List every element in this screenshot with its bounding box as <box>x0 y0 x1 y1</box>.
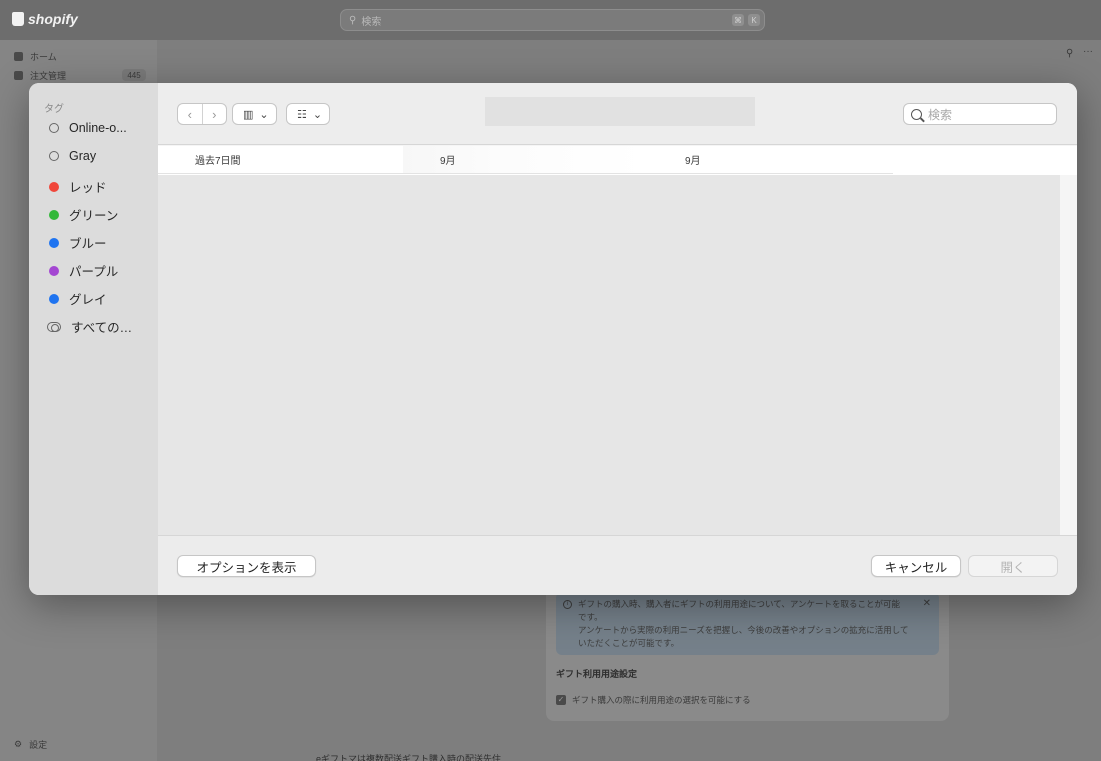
sidebar-item-orders[interactable]: 注文管理 <box>14 69 66 82</box>
top-bar: shopify ⚲ 検索 ⌘ K <box>0 0 1101 40</box>
sidebar-item-settings[interactable]: ⚙ 設定 <box>14 738 47 751</box>
back-button[interactable]: ‹ <box>178 104 202 124</box>
location-popup[interactable] <box>485 97 755 126</box>
tag-gray[interactable]: Gray <box>49 149 96 163</box>
all-tags-icon <box>47 321 61 332</box>
cancel-button[interactable]: キャンセル <box>871 555 961 577</box>
banner-line: いただくことが可能です。 <box>578 638 680 648</box>
forward-button[interactable]: › <box>201 104 227 124</box>
file-open-dialog: タグ Online-o... Gray レッド グリーン ブルー パープル グレ… <box>29 83 1077 595</box>
shopify-logo[interactable]: shopify <box>12 11 78 27</box>
tag-label: Online-o... <box>69 121 127 135</box>
dialog-search-input[interactable]: 検索 <box>903 103 1057 125</box>
purple-dot-icon <box>49 265 59 276</box>
gift-bottom-text: eギフトマは複数配送ギフト購入時の配送先住 <box>316 754 502 761</box>
column-header-last-7-days[interactable]: 過去7日間 <box>158 146 403 174</box>
tag-outline-icon <box>49 123 59 133</box>
checkbox-checked-icon: ✓ <box>556 695 566 705</box>
back-forward-group: ‹ › <box>177 103 227 125</box>
tag-red[interactable]: レッド <box>49 177 107 196</box>
column-header-september[interactable]: 9月 <box>648 146 893 174</box>
tag-grey[interactable]: グレイ <box>49 289 107 308</box>
global-search-input[interactable]: ⚲ 検索 ⌘ K <box>340 9 765 31</box>
tag-label: グレイ <box>69 293 107 307</box>
search-icon: ⚲ <box>349 14 357 26</box>
tag-green[interactable]: グリーン <box>49 205 118 224</box>
tag-purple[interactable]: パープル <box>49 261 118 280</box>
gift-info-banner: i ✕ ギフトの購入時、購入者にギフトの利用用途について、アンケートを取ることが… <box>556 592 939 655</box>
blue-dot-icon <box>49 293 59 304</box>
orders-count-badge: 445 <box>122 69 146 81</box>
dialog-search-placeholder: 検索 <box>928 107 953 122</box>
column-header-label: 9月 <box>685 156 701 167</box>
banner-line: アンケートから実際の利用ニーズを把握し、今後の改善やオプションの拡充に活用して <box>578 625 909 635</box>
column-header-label: 9月 <box>440 156 456 167</box>
chevron-right-icon: › <box>212 106 217 122</box>
logo-text: shopify <box>28 11 78 27</box>
dialog-sidebar: タグ Online-o... Gray レッド グリーン ブルー パープル グレ… <box>29 83 158 595</box>
tag-all-tags[interactable]: すべての… <box>47 317 132 336</box>
dialog-main: ‹ › ▥ ⌄ ☷ ⌄ 検索 過去7日間 9月 9月 オプションを表示 キャンセ… <box>158 83 1077 595</box>
k-key: K <box>748 14 760 26</box>
gear-icon: ⚙ <box>14 739 23 749</box>
banner-line: ギフトの購入時、購入者にギフトの利用用途について、アンケートを取ることが可能 <box>578 599 900 609</box>
chevron-down-icon: ⌄ <box>312 108 323 121</box>
tag-label: すべての… <box>71 321 133 335</box>
tags-section-title: タグ <box>44 104 64 115</box>
sidebar-item-label: 注文管理 <box>30 71 67 81</box>
columns-view-icon: ▥ <box>243 108 254 121</box>
column-header-label: 過去7日間 <box>195 156 241 167</box>
sidebar-item-home[interactable]: ホーム <box>14 50 57 63</box>
command-key: ⌘ <box>732 14 744 26</box>
dialog-toolbar: ‹ › ▥ ⌄ ☷ ⌄ 検索 <box>158 83 1077 145</box>
chevron-left-icon: ‹ <box>187 106 192 122</box>
tag-label: ブルー <box>69 237 107 251</box>
sidebar-item-label: 設定 <box>29 740 48 750</box>
red-dot-icon <box>49 181 59 192</box>
banner-line: です。 <box>578 612 603 622</box>
tag-label: Gray <box>69 149 97 163</box>
blue-dot-icon <box>49 237 59 248</box>
tag-blue[interactable]: ブルー <box>49 233 107 252</box>
shopify-bag-icon <box>12 12 24 26</box>
view-mode-button[interactable]: ▥ ⌄ <box>232 103 277 125</box>
dialog-footer: オプションを表示 キャンセル 開く <box>158 535 1077 595</box>
more-icon[interactable]: ··· <box>1083 46 1093 57</box>
chevron-down-icon: ⌄ <box>259 108 269 121</box>
orders-icon <box>14 71 23 80</box>
search-icon <box>911 108 922 120</box>
pin-icon[interactable]: ⚲ <box>1066 48 1073 59</box>
column-browser-header: 過去7日間 9月 9月 <box>158 146 1077 175</box>
gift-section-heading: ギフト利用用途設定 <box>556 669 638 679</box>
open-button[interactable]: 開く <box>968 555 1058 577</box>
tag-label: レッド <box>69 181 107 195</box>
show-options-button[interactable]: オプションを表示 <box>177 555 316 577</box>
home-icon <box>14 52 23 61</box>
green-dot-icon <box>49 209 59 220</box>
sidebar-item-label: ホーム <box>30 52 57 62</box>
global-search-placeholder: 検索 <box>361 16 382 28</box>
tag-label: パープル <box>69 265 119 279</box>
tag-label: グリーン <box>69 209 119 223</box>
checkbox-label: ギフト購入の際に利用用途の選択を可能にする <box>572 695 751 705</box>
group-by-button[interactable]: ☷ ⌄ <box>286 103 331 125</box>
column-header-september[interactable]: 9月 <box>403 146 648 174</box>
info-icon: i <box>563 600 572 609</box>
close-icon[interactable]: ✕ <box>923 597 931 610</box>
grid-icon: ☷ <box>297 108 307 121</box>
tag-outline-icon <box>49 151 59 161</box>
file-browser-area[interactable] <box>158 175 1060 535</box>
gift-purpose-checkbox[interactable]: ✓ ギフト購入の際に利用用途の選択を可能にする <box>556 694 751 706</box>
tag-online-o[interactable]: Online-o... <box>49 121 127 135</box>
scrollbar-track[interactable] <box>1060 175 1077 535</box>
